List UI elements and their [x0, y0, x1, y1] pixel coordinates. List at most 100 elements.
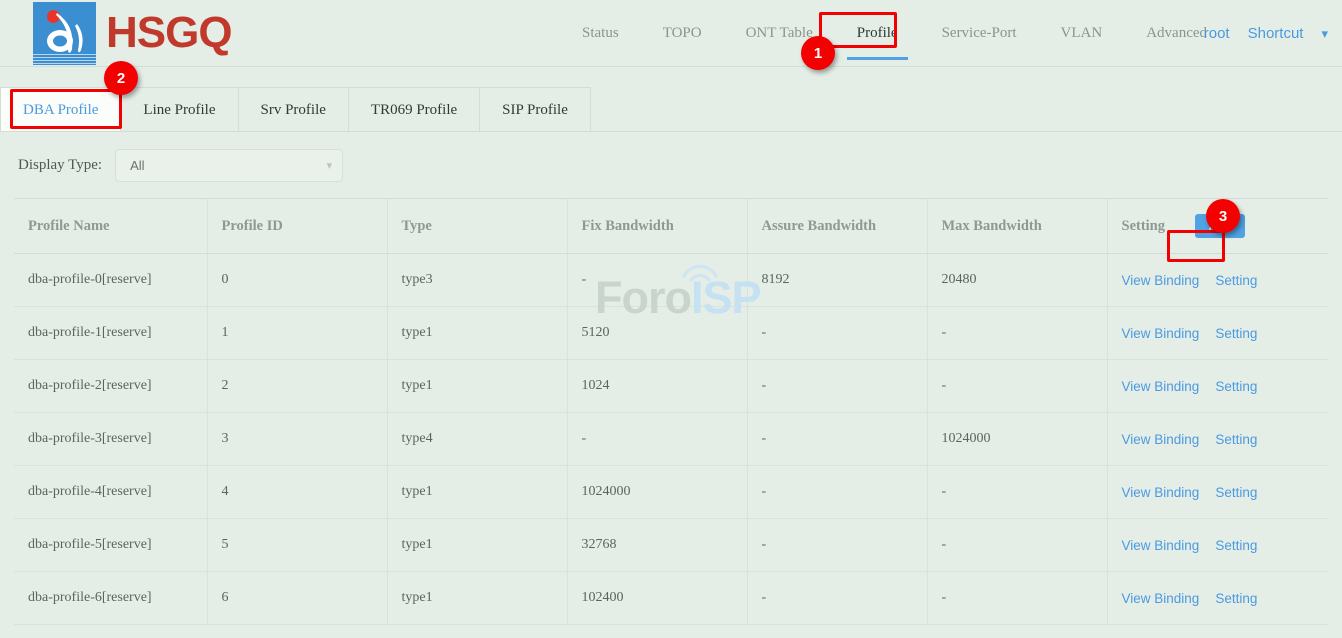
cell-profile-type: type3 — [387, 254, 567, 307]
dba-profile-table: Profile Name Profile ID Type Fix Bandwid… — [14, 198, 1328, 625]
app-header: HSGQ Status TOPO ONT Table Profile Servi… — [0, 0, 1342, 67]
view-binding-link[interactable]: View Binding — [1122, 485, 1200, 500]
nav-item-status[interactable]: Status — [560, 0, 641, 67]
cell-profile-id: 2 — [207, 360, 387, 413]
cell-actions: View Binding Setting — [1107, 360, 1328, 413]
cell-fix-bandwidth: - — [567, 413, 747, 466]
view-binding-link[interactable]: View Binding — [1122, 538, 1200, 553]
cell-profile-name: dba-profile-2[reserve] — [14, 360, 207, 413]
setting-link[interactable]: Setting — [1215, 591, 1257, 606]
cell-max-bandwidth: 1024000 — [927, 413, 1107, 466]
brand-name: HSGQ — [106, 11, 232, 55]
setting-link[interactable]: Setting — [1215, 485, 1257, 500]
brand-logo: HSGQ — [33, 2, 232, 65]
setting-link[interactable]: Setting — [1215, 538, 1257, 553]
page-root: HSGQ Status TOPO ONT Table Profile Servi… — [0, 0, 1342, 638]
nav-item-profile[interactable]: Profile — [835, 0, 920, 67]
cell-actions: View Binding Setting — [1107, 519, 1328, 572]
cell-profile-type: type1 — [387, 572, 567, 625]
filter-row: Display Type: All ▾ — [0, 132, 1342, 198]
chevron-down-icon[interactable]: ▾ — [1321, 26, 1328, 42]
column-assure-bandwidth: Assure Bandwidth — [747, 199, 927, 254]
view-binding-link[interactable]: View Binding — [1122, 273, 1200, 288]
cell-assure-bandwidth: - — [747, 307, 927, 360]
cell-profile-name: dba-profile-6[reserve] — [14, 572, 207, 625]
display-type-select[interactable]: All ▾ — [115, 149, 343, 182]
profile-tab-bar: DBA Profile Line Profile Srv Profile TR0… — [0, 67, 1342, 132]
cell-profile-id: 4 — [207, 466, 387, 519]
tab-tr069-profile[interactable]: TR069 Profile — [348, 87, 480, 131]
display-type-value: All — [130, 158, 144, 173]
table-row: dba-profile-6[reserve]6type1102400--View… — [14, 572, 1328, 625]
cell-max-bandwidth: - — [927, 360, 1107, 413]
cell-assure-bandwidth: 8192 — [747, 254, 927, 307]
cell-fix-bandwidth: 1024000 — [567, 466, 747, 519]
cell-profile-type: type1 — [387, 307, 567, 360]
setting-link[interactable]: Setting — [1215, 432, 1257, 447]
setting-link[interactable]: Setting — [1215, 273, 1257, 288]
cell-profile-name: dba-profile-3[reserve] — [14, 413, 207, 466]
cell-max-bandwidth: - — [927, 519, 1107, 572]
cell-profile-type: type1 — [387, 519, 567, 572]
cell-actions: View Binding Setting — [1107, 572, 1328, 625]
cell-max-bandwidth: 20480 — [927, 254, 1107, 307]
cell-assure-bandwidth: - — [747, 519, 927, 572]
hsgq-wave-logo-icon — [33, 2, 96, 65]
column-profile-name: Profile Name — [14, 199, 207, 254]
shortcut-menu[interactable]: Shortcut — [1248, 25, 1304, 42]
annotation-badge-2: 2 — [104, 61, 138, 95]
cell-assure-bandwidth: - — [747, 360, 927, 413]
column-max-bandwidth: Max Bandwidth — [927, 199, 1107, 254]
column-fix-bandwidth: Fix Bandwidth — [567, 199, 747, 254]
dba-profile-table-wrap: Profile Name Profile ID Type Fix Bandwid… — [14, 198, 1328, 625]
chevron-down-icon: ▾ — [327, 159, 333, 172]
table-row: dba-profile-0[reserve]0type3-819220480Vi… — [14, 254, 1328, 307]
cell-actions: View Binding Setting — [1107, 413, 1328, 466]
cell-fix-bandwidth: 102400 — [567, 572, 747, 625]
view-binding-link[interactable]: View Binding — [1122, 432, 1200, 447]
cell-fix-bandwidth: 5120 — [567, 307, 747, 360]
cell-max-bandwidth: - — [927, 572, 1107, 625]
tab-sip-profile[interactable]: SIP Profile — [479, 87, 591, 131]
nav-item-topo[interactable]: TOPO — [641, 0, 724, 67]
view-binding-link[interactable]: View Binding — [1122, 326, 1200, 341]
tab-dba-profile[interactable]: DBA Profile — [0, 87, 121, 131]
current-user-link[interactable]: root — [1204, 25, 1230, 42]
cell-actions: View Binding Setting — [1107, 466, 1328, 519]
column-setting-label: Setting — [1122, 218, 1166, 235]
nav-item-vlan[interactable]: VLAN — [1039, 0, 1125, 67]
cell-profile-name: dba-profile-4[reserve] — [14, 466, 207, 519]
cell-max-bandwidth: - — [927, 307, 1107, 360]
cell-assure-bandwidth: - — [747, 466, 927, 519]
display-type-label: Display Type: — [18, 157, 102, 174]
cell-profile-name: dba-profile-1[reserve] — [14, 307, 207, 360]
nav-item-service-port[interactable]: Service-Port — [920, 0, 1039, 67]
cell-profile-type: type4 — [387, 413, 567, 466]
logo-lines — [33, 52, 96, 62]
tab-srv-profile[interactable]: Srv Profile — [238, 87, 349, 131]
table-body: dba-profile-0[reserve]0type3-819220480Vi… — [14, 254, 1328, 625]
cell-assure-bandwidth: - — [747, 413, 927, 466]
column-profile-id: Profile ID — [207, 199, 387, 254]
cell-profile-id: 0 — [207, 254, 387, 307]
cell-fix-bandwidth: 32768 — [567, 519, 747, 572]
cell-profile-type: type1 — [387, 466, 567, 519]
cell-assure-bandwidth: - — [747, 572, 927, 625]
table-row: dba-profile-2[reserve]2type11024--View B… — [14, 360, 1328, 413]
tab-line-profile[interactable]: Line Profile — [120, 87, 238, 131]
cell-profile-id: 6 — [207, 572, 387, 625]
table-row: dba-profile-4[reserve]4type11024000--Vie… — [14, 466, 1328, 519]
annotation-badge-1: 1 — [801, 36, 835, 70]
setting-link[interactable]: Setting — [1215, 379, 1257, 394]
setting-link[interactable]: Setting — [1215, 326, 1257, 341]
cell-profile-id: 3 — [207, 413, 387, 466]
cell-actions: View Binding Setting — [1107, 254, 1328, 307]
cell-fix-bandwidth: 1024 — [567, 360, 747, 413]
cell-profile-id: 1 — [207, 307, 387, 360]
main-navigation: Status TOPO ONT Table Profile Service-Po… — [560, 0, 1229, 67]
view-binding-link[interactable]: View Binding — [1122, 379, 1200, 394]
view-binding-link[interactable]: View Binding — [1122, 591, 1200, 606]
cell-max-bandwidth: - — [927, 466, 1107, 519]
cell-profile-type: type1 — [387, 360, 567, 413]
table-row: dba-profile-5[reserve]5type132768--View … — [14, 519, 1328, 572]
